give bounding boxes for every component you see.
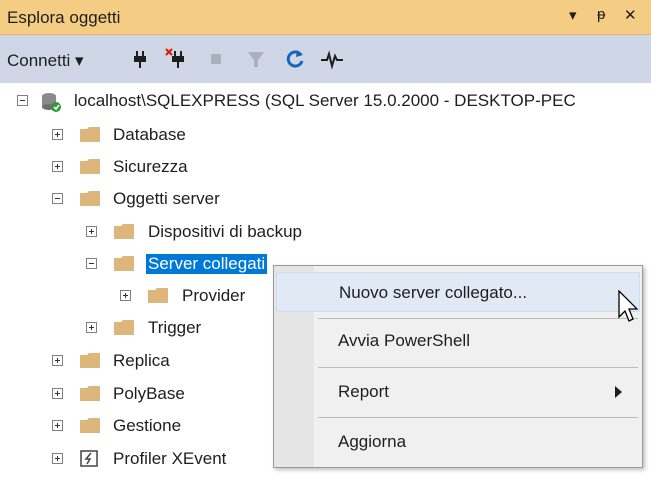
tree-node-server-root[interactable]: localhost\SQLEXPRESS (SQL Server 15.0.20… xyxy=(0,86,651,118)
expand-toggle[interactable] xyxy=(52,420,63,431)
menu-separator xyxy=(318,367,638,368)
tree-node-provider[interactable]: Provider xyxy=(0,281,272,313)
dropdown-icon[interactable]: ▾ xyxy=(569,6,577,24)
menu-item-aggiorna[interactable]: Aggiorna xyxy=(276,422,640,462)
tree-node-server-collegati[interactable]: Server collegati xyxy=(0,249,300,281)
disconnect-icon[interactable] xyxy=(163,46,189,72)
filter-icon[interactable] xyxy=(243,46,269,72)
folder-icon xyxy=(114,224,134,239)
menu-item-label: Aggiorna xyxy=(338,432,407,451)
server-root-label: localhost\SQLEXPRESS (SQL Server 15.0.20… xyxy=(74,91,576,110)
expand-toggle[interactable] xyxy=(52,388,63,399)
folder-icon xyxy=(80,418,100,433)
node-label: Dispositivi di backup xyxy=(148,222,303,241)
pin-icon[interactable]: ᵽ xyxy=(597,6,605,23)
tree-node-oggetti-server[interactable]: Oggetti server xyxy=(0,184,300,216)
folder-icon xyxy=(80,353,100,368)
folder-icon xyxy=(80,191,100,206)
node-label: Replica xyxy=(113,351,170,370)
submenu-arrow-icon xyxy=(615,386,622,398)
menu-item-label: Nuovo server collegato... xyxy=(339,283,528,302)
connect-button[interactable]: Connetti ▾ xyxy=(7,51,84,71)
menu-item-label: Avvia PowerShell xyxy=(338,331,470,350)
expand-toggle[interactable] xyxy=(52,453,63,464)
expand-toggle[interactable] xyxy=(52,161,63,172)
folder-icon xyxy=(114,256,134,271)
menu-item-nuovo-server-collegato[interactable]: Nuovo server collegato... xyxy=(276,272,640,312)
close-icon[interactable]: ✕ xyxy=(624,6,637,24)
collapse-toggle[interactable] xyxy=(17,95,28,106)
tree-node-trigger[interactable]: Trigger xyxy=(0,313,272,345)
node-label-selected: Server collegati xyxy=(144,253,269,275)
collapse-toggle[interactable] xyxy=(86,258,97,269)
folder-icon xyxy=(80,386,100,401)
server-database-icon xyxy=(42,93,61,112)
panel-title: Esplora oggetti xyxy=(7,8,121,27)
folder-icon xyxy=(80,159,100,174)
mouse-cursor-icon xyxy=(618,290,638,322)
menu-separator xyxy=(318,318,638,319)
tree-node-gestione[interactable]: Gestione xyxy=(0,411,272,443)
expand-toggle[interactable] xyxy=(120,290,131,301)
context-menu: Nuovo server collegato... Avvia PowerShe… xyxy=(273,265,643,468)
menu-item-avvia-powershell[interactable]: Avvia PowerShell xyxy=(276,321,640,361)
tree-node-profiler-xevent[interactable]: Profiler XEvent xyxy=(0,444,272,476)
node-label: Trigger xyxy=(148,318,202,337)
folder-icon xyxy=(80,127,100,142)
node-label: Profiler XEvent xyxy=(113,449,227,468)
node-label: Sicurezza xyxy=(113,157,188,176)
expand-toggle[interactable] xyxy=(86,322,97,333)
node-label: Database xyxy=(113,125,186,144)
expand-toggle[interactable] xyxy=(86,226,97,237)
menu-separator xyxy=(318,417,638,418)
object-explorer-titlebar: Esplora oggetti ▾ ᵽ ✕ xyxy=(0,0,651,35)
node-label: Oggetti server xyxy=(113,189,220,208)
connect-plug-icon[interactable] xyxy=(127,46,153,72)
tree-node-sicurezza[interactable]: Sicurezza xyxy=(0,152,300,184)
activity-monitor-icon[interactable] xyxy=(319,46,345,72)
menu-item-label: Report xyxy=(338,382,390,401)
tree-node-polybase[interactable]: PolyBase xyxy=(0,379,272,411)
expand-toggle[interactable] xyxy=(52,355,63,366)
node-label: PolyBase xyxy=(113,384,185,403)
explorer-toolbar: Connetti ▾ xyxy=(0,35,651,83)
menu-item-report[interactable]: Report xyxy=(276,372,640,412)
folder-icon xyxy=(114,320,134,335)
profiler-icon xyxy=(80,450,98,467)
tree-node-dispositivi-backup[interactable]: Dispositivi di backup xyxy=(0,217,360,249)
collapse-toggle[interactable] xyxy=(52,193,63,204)
expand-toggle[interactable] xyxy=(52,129,63,140)
tree-node-database[interactable]: Database xyxy=(0,120,300,152)
tree-node-replica[interactable]: Replica xyxy=(0,346,272,378)
folder-icon xyxy=(148,288,168,303)
stop-icon[interactable] xyxy=(203,46,229,72)
refresh-icon[interactable] xyxy=(282,46,308,72)
node-label: Provider xyxy=(182,286,246,305)
node-label: Gestione xyxy=(113,416,182,435)
